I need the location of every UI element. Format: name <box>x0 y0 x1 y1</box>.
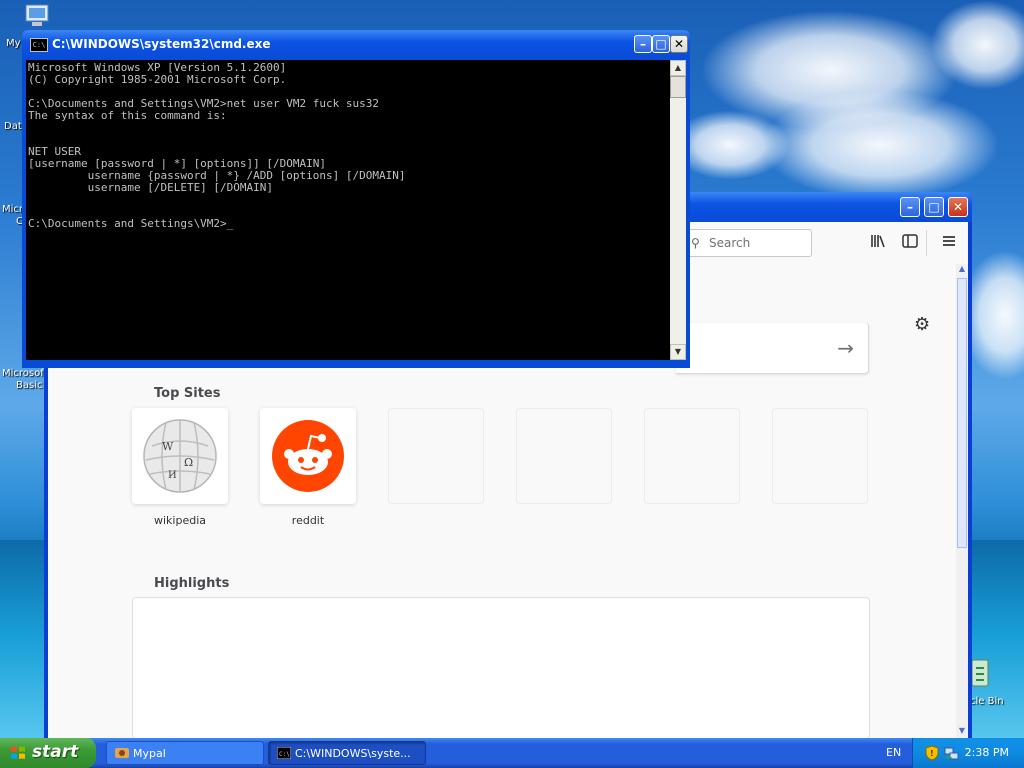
desktop-icon-label[interactable]: Basic <box>16 380 42 391</box>
top-site-empty-slot <box>772 408 868 504</box>
minimize-button[interactable]: – <box>900 197 920 217</box>
start-button[interactable]: start <box>0 738 96 768</box>
search-placeholder: Search <box>709 236 751 250</box>
svg-text:!: ! <box>930 749 934 758</box>
gear-icon[interactable]: ⚙ <box>914 314 930 335</box>
cmd-window: C:\ C:\WINDOWS\system32\cmd.exe – □ ✕ Mi… <box>22 30 690 368</box>
svg-text:C:\: C:\ <box>279 751 290 758</box>
maximize-button[interactable]: □ <box>924 197 944 217</box>
top-site-tile-wikipedia[interactable]: W Ω И <box>132 408 228 504</box>
scroll-down-icon[interactable]: ▼ <box>670 344 686 360</box>
console-line: (C) Copyright 1985-2001 Microsoft Corp. <box>28 73 287 86</box>
svg-text:Ω: Ω <box>184 456 193 469</box>
minimize-button[interactable]: – <box>634 35 652 53</box>
page-search-box[interactable]: → <box>676 323 869 374</box>
console-line: The syntax of this command is: <box>28 109 227 122</box>
desktop-icon-label[interactable]: Dat <box>4 121 22 132</box>
go-arrow-icon[interactable]: → <box>837 336 854 360</box>
scroll-up-icon[interactable]: ▲ <box>670 60 686 76</box>
desktop-icon-label[interactable]: Microsoft <box>2 368 48 379</box>
security-shield-icon[interactable]: ! <box>925 745 939 761</box>
recycle-bin-icon[interactable] <box>970 656 990 688</box>
scrollbar-thumb[interactable] <box>670 76 686 98</box>
toolbar-divider <box>926 230 927 256</box>
svg-text:W: W <box>162 440 174 453</box>
library-icon[interactable] <box>870 234 886 252</box>
mypal-app-icon <box>115 748 129 758</box>
cmd-app-icon: C:\ <box>30 38 48 52</box>
console-line: C:\Documents and Settings\VM2>_ <box>28 217 234 230</box>
menu-icon[interactable] <box>942 234 956 252</box>
reddit-logo-icon <box>272 420 344 492</box>
svg-text:И: И <box>168 470 177 481</box>
sidebar-icon[interactable] <box>902 234 918 252</box>
top-site-empty-slot <box>388 408 484 504</box>
cloud <box>760 90 1000 200</box>
desktop-icon-label[interactable]: cle Bin <box>970 696 1004 707</box>
language-indicator[interactable]: EN <box>886 746 901 759</box>
clock[interactable]: 2:38 PM <box>965 746 1009 759</box>
top-site-label[interactable]: reddit <box>260 514 356 527</box>
search-icon: ⚲ <box>691 236 700 250</box>
cmd-title-bar[interactable]: C:\ C:\WINDOWS\system32\cmd.exe – □ ✕ <box>22 30 690 60</box>
network-icon[interactable] <box>943 745 959 761</box>
scrollbar-thumb[interactable] <box>957 278 967 548</box>
wikipedia-logo-icon: W Ω И <box>143 419 217 493</box>
windows-logo-icon <box>11 746 25 759</box>
scroll-down-icon[interactable]: ▼ <box>956 726 968 738</box>
taskbar: start Mypal C:\ C:\WINDOWS\syste... EN !… <box>0 738 1024 768</box>
taskbar-item-mypal[interactable]: Mypal <box>106 741 264 765</box>
desktop-icon-label[interactable]: My <box>6 38 21 49</box>
console-output[interactable]: Microsoft Windows XP [Version 5.1.2600] … <box>26 60 670 360</box>
cmd-window-title: C:\WINDOWS\system32\cmd.exe <box>52 37 271 51</box>
highlights-title: Highlights <box>154 576 230 591</box>
top-site-label[interactable]: wikipedia <box>132 514 228 527</box>
console-text: Microsoft Windows XP [Version 5.1.2600] … <box>26 60 670 230</box>
start-label: start <box>32 742 79 762</box>
top-sites-title: Top Sites <box>154 386 221 401</box>
console-line: username [/DELETE] [/DOMAIN] <box>28 181 274 194</box>
taskbar-item-label: Mypal <box>133 747 166 760</box>
close-button[interactable]: ✕ <box>948 197 968 217</box>
taskbar-item-cmd[interactable]: C:\ C:\WINDOWS\syste... <box>268 741 426 765</box>
taskbar-item-label: C:\WINDOWS\syste... <box>295 747 411 760</box>
page-scrollbar[interactable]: ▲ ▼ <box>956 264 968 738</box>
console-scrollbar[interactable]: ▲ ▼ <box>670 60 686 360</box>
maximize-button[interactable]: □ <box>652 35 670 53</box>
search-box[interactable]: ⚲ Search <box>684 229 812 257</box>
highlights-panel <box>132 597 870 738</box>
scroll-up-icon[interactable]: ▲ <box>956 264 968 276</box>
system-tray: ! 2:38 PM <box>912 738 1024 768</box>
my-computer-icon[interactable] <box>22 2 52 32</box>
close-button[interactable]: ✕ <box>670 35 688 53</box>
top-site-tile-reddit[interactable] <box>260 408 356 504</box>
top-site-empty-slot <box>516 408 612 504</box>
cmd-app-icon: C:\ <box>277 747 291 759</box>
top-site-empty-slot <box>644 408 740 504</box>
